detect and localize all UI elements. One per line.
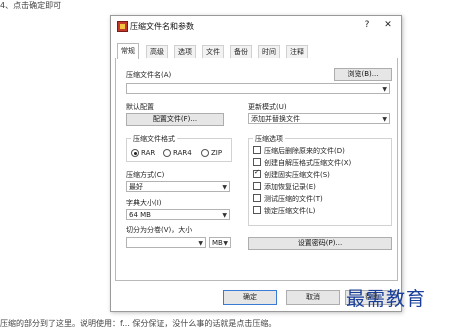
format-rar4-radio[interactable]: RAR4 bbox=[163, 149, 192, 157]
format-zip-radio[interactable]: ZIP bbox=[201, 149, 222, 157]
help-title-button[interactable]: ? bbox=[360, 20, 374, 30]
general-panel: 压缩文件名(A) 浏览(B)... ▼ 默认配置 配置文件(F)... 更新模式… bbox=[115, 58, 398, 281]
set-password-button[interactable]: 设置密码(P)... bbox=[248, 237, 392, 250]
split-unit-value: MB bbox=[212, 239, 223, 247]
radio-icon bbox=[201, 149, 209, 157]
options-group-title: 压缩选项 bbox=[253, 134, 285, 144]
tab-time[interactable]: 时间 bbox=[258, 45, 280, 58]
option-solid[interactable]: 创建固实压缩文件(S) bbox=[253, 168, 330, 180]
tab-advanced[interactable]: 高级 bbox=[146, 45, 168, 58]
chevron-down-icon: ▼ bbox=[222, 212, 227, 219]
chevron-down-icon: ▼ bbox=[382, 86, 387, 93]
options-group: 压缩选项 压缩后删除原来的文件(D) 创建自解压格式压缩文件(X) 创建固实压缩… bbox=[248, 134, 392, 226]
chevron-down-icon: ▼ bbox=[198, 240, 203, 247]
chevron-down-icon: ▼ bbox=[222, 184, 227, 191]
checkbox-icon bbox=[253, 182, 261, 190]
option-label: 创建自解压格式压缩文件(X) bbox=[264, 159, 352, 167]
close-button[interactable]: ✕ bbox=[381, 20, 395, 30]
checkbox-icon bbox=[253, 194, 261, 202]
option-label: 锁定压缩文件(L) bbox=[264, 207, 316, 215]
option-label: 测试压缩的文件(T) bbox=[264, 195, 323, 203]
tab-files[interactable]: 文件 bbox=[202, 45, 224, 58]
tab-options[interactable]: 选项 bbox=[174, 45, 196, 58]
tab-comment[interactable]: 注释 bbox=[286, 45, 308, 58]
option-recovery[interactable]: 添加恢复记录(E) bbox=[253, 182, 316, 192]
option-delete-after[interactable]: 压缩后删除原来的文件(D) bbox=[253, 146, 345, 156]
browse-button[interactable]: 浏览(B)... bbox=[334, 68, 392, 81]
update-mode-label: 更新模式(U) bbox=[248, 103, 287, 111]
format-zip-label: ZIP bbox=[211, 149, 223, 157]
method-value: 最好 bbox=[129, 183, 143, 191]
ok-button[interactable]: 确定 bbox=[223, 290, 277, 305]
radio-selected-icon bbox=[131, 149, 139, 157]
chevron-down-icon: ▼ bbox=[223, 240, 228, 247]
winrar-app-icon bbox=[117, 21, 128, 32]
tab-general[interactable]: 常规 bbox=[117, 43, 139, 59]
split-size-input[interactable]: ▼ bbox=[126, 237, 206, 248]
option-test[interactable]: 测试压缩的文件(T) bbox=[253, 194, 323, 204]
cancel-button[interactable]: 取消 bbox=[286, 290, 340, 305]
split-unit-select[interactable]: MB ▼ bbox=[209, 237, 231, 248]
watermark-logo: 最需教育 bbox=[346, 288, 427, 310]
format-rar4-label: RAR4 bbox=[173, 149, 192, 157]
option-label: 压缩后删除原来的文件(D) bbox=[264, 147, 345, 155]
format-rar-radio[interactable]: RAR bbox=[131, 149, 155, 157]
split-label: 切分为分卷(V)，大小 bbox=[126, 226, 193, 234]
method-select[interactable]: 最好 ▼ bbox=[126, 181, 230, 192]
archive-dialog: 压缩文件名和参数 ? ✕ 常规 高级 选项 文件 备份 时间 注释 压缩文件名(… bbox=[110, 15, 402, 312]
tab-strip: 常规 高级 选项 文件 备份 时间 注释 bbox=[115, 43, 397, 59]
checkbox-icon bbox=[253, 146, 261, 154]
option-label: 创建固实压缩文件(S) bbox=[264, 171, 330, 179]
format-group-title: 压缩文件格式 bbox=[131, 134, 177, 144]
titlebar: 压缩文件名和参数 ? ✕ bbox=[111, 16, 401, 36]
document-bottom-text: 压缩的部分到了这里。说明使用：f... 保分保证，没什么事的话就是点击压缩。 bbox=[0, 319, 277, 328]
tab-backup[interactable]: 备份 bbox=[230, 45, 252, 58]
format-group: 压缩文件格式 RAR RAR4 ZIP bbox=[126, 134, 232, 162]
format-rar-label: RAR bbox=[141, 149, 156, 157]
update-mode-select[interactable]: 添加并替换文件 ▼ bbox=[248, 113, 390, 124]
chevron-down-icon: ▼ bbox=[382, 116, 387, 123]
document-top-text: 4、点击确定即可 bbox=[0, 1, 62, 10]
archive-name-input[interactable]: ▼ bbox=[126, 83, 390, 94]
dict-select[interactable]: 64 MB ▼ bbox=[126, 209, 230, 220]
option-lock[interactable]: 锁定压缩文件(L) bbox=[253, 206, 316, 216]
dict-value: 64 MB bbox=[129, 211, 151, 219]
method-label: 压缩方式(C) bbox=[126, 171, 165, 179]
update-mode-value: 添加并替换文件 bbox=[251, 115, 300, 123]
option-label: 添加恢复记录(E) bbox=[264, 183, 316, 191]
dialog-title: 压缩文件名和参数 bbox=[130, 22, 194, 31]
radio-icon bbox=[163, 149, 171, 157]
archive-name-label: 压缩文件名(A) bbox=[126, 71, 172, 79]
option-sfx[interactable]: 创建自解压格式压缩文件(X) bbox=[253, 158, 352, 168]
checkbox-icon bbox=[253, 158, 261, 166]
profile-button[interactable]: 配置文件(F)... bbox=[126, 113, 224, 126]
default-profile-label: 默认配置 bbox=[126, 103, 154, 111]
dict-label: 字典大小(I) bbox=[126, 199, 162, 207]
checkbox-checked-icon bbox=[253, 168, 261, 178]
checkbox-icon bbox=[253, 206, 261, 214]
